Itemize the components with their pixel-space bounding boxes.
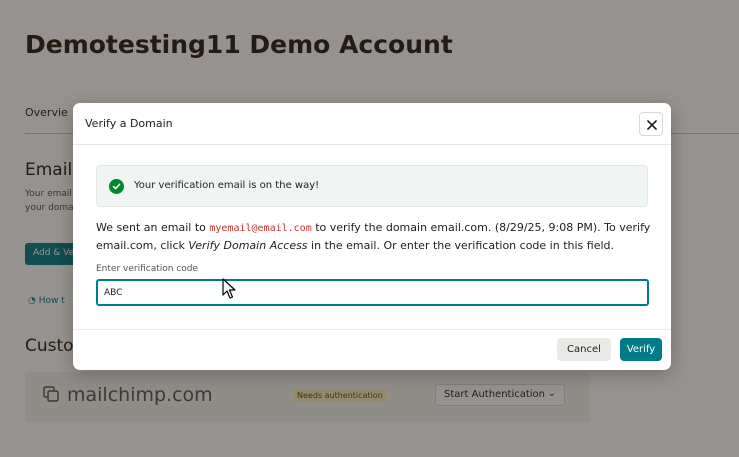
modal-footer-divider [73,329,671,330]
instruction-text: We sent an email to myemail@email.com to… [96,219,654,254]
verify-domain-access-text: Verify Domain Access [188,239,308,252]
success-alert: Your verification email is on the way! [96,165,648,207]
verify-button[interactable]: Verify [620,338,662,361]
verification-code-input[interactable] [96,279,649,306]
cancel-button[interactable]: Cancel [557,338,611,361]
instruction-part-3: in the email. Or enter the verification … [307,239,614,252]
verification-code-label: Enter verification code [96,264,199,274]
modal-title: Verify a Domain [85,117,173,130]
close-button[interactable] [639,112,663,136]
instruction-part-1: We sent an email to [96,221,210,234]
close-icon [647,120,657,130]
mouse-cursor-icon [222,278,236,299]
check-circle-icon [109,179,124,194]
email-address: myemail@email.com [209,223,312,234]
alert-text: Your verification email is on the way! [134,180,320,191]
verify-domain-modal: Verify a Domain Your verification email … [73,103,671,370]
modal-header: Verify a Domain [73,103,671,145]
